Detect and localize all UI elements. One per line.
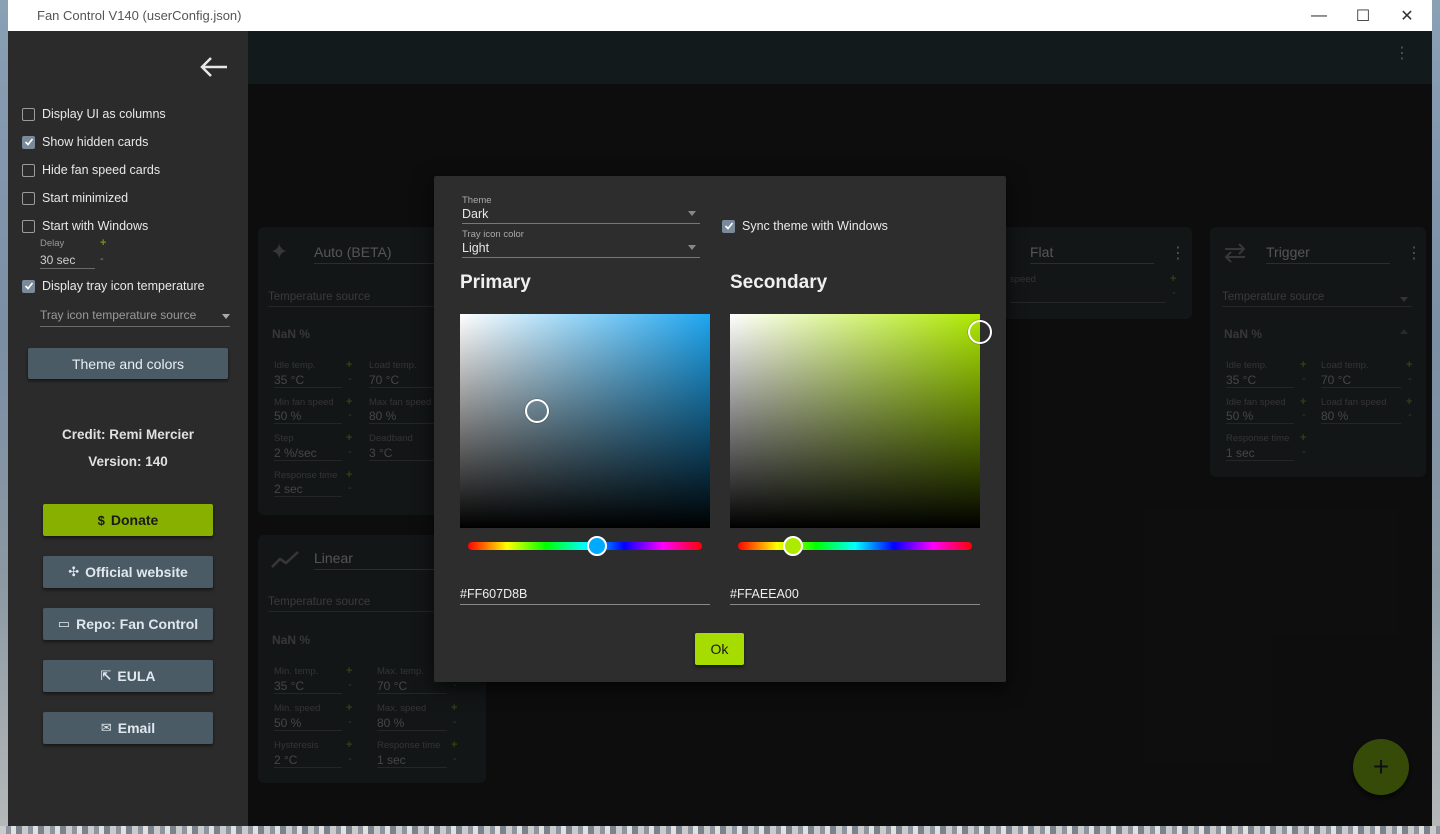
eula-label: EULA (117, 668, 156, 684)
option-show-hidden-cards[interactable]: Show hidden cards (22, 133, 148, 151)
theme-value: Dark (462, 207, 489, 221)
sync-theme-option[interactable]: Sync theme with Windows (722, 219, 888, 233)
desktop-right-edge (1432, 0, 1440, 834)
primary-color-cursor[interactable] (525, 399, 549, 423)
eula-button[interactable]: ⇱ EULA (43, 660, 213, 692)
tray-source-placeholder: Tray icon temperature source (40, 308, 197, 322)
credit-text: Credit: Remi Mercier (61, 427, 195, 442)
check-icon (724, 222, 733, 230)
checkbox-start-with-windows[interactable] (22, 219, 35, 233)
checkbox-display-columns[interactable] (22, 107, 35, 121)
official-website-label: Official website (85, 564, 188, 580)
back-button[interactable] (196, 49, 232, 85)
primary-hue-knob[interactable] (587, 536, 607, 556)
chevron-down-icon (688, 211, 696, 216)
delay-label: Delay (40, 238, 65, 249)
delay-decrease-button[interactable]: - (100, 253, 104, 265)
option-hide-fan-speed[interactable]: Hide fan speed cards (22, 161, 160, 179)
option-start-minimized[interactable]: Start minimized (22, 189, 128, 207)
secondary-color-area[interactable] (730, 314, 992, 528)
maximize-button[interactable]: ☐ (1340, 0, 1386, 31)
close-icon: ✕ (1400, 7, 1414, 25)
minimize-icon: — (1311, 6, 1327, 24)
secondary-hue-slider[interactable] (738, 542, 972, 550)
tray-icon-color-label: Tray icon color (462, 229, 524, 240)
donate-button[interactable]: $ Donate (43, 504, 213, 536)
secondary-heading: Secondary (730, 272, 828, 293)
email-button[interactable]: ✉ Email (43, 712, 213, 744)
theme-colors-dialog: Theme Dark Tray icon color Light Sync th… (434, 176, 1006, 682)
chevron-down-icon (688, 245, 696, 250)
email-label: Email (117, 720, 156, 736)
tray-icon-color-value: Light (462, 241, 490, 255)
secondary-hex-input[interactable]: #FFAEEA00 (730, 587, 980, 605)
document-edit-icon: ⇱ (100, 668, 112, 683)
repo-label: Repo: Fan Control (76, 616, 199, 632)
ok-button[interactable]: Ok (695, 633, 744, 665)
option-start-with-windows[interactable]: Start with Windows (22, 217, 148, 235)
delay-value[interactable]: 30 sec (40, 253, 95, 269)
desktop-bottom-edge (0, 826, 1440, 834)
close-button[interactable]: ✕ (1384, 0, 1430, 31)
option-tray-temperature[interactable]: Display tray icon temperature (22, 277, 205, 295)
desktop-left-edge (0, 0, 8, 834)
chevron-down-icon (222, 314, 230, 319)
option-label: Hide fan speed cards (42, 163, 161, 177)
check-icon (24, 282, 33, 290)
option-label: Start minimized (42, 191, 129, 205)
option-label: Show hidden cards (42, 135, 149, 149)
delay-increase-button[interactable]: + (100, 237, 106, 249)
mail-icon: ✉ (100, 720, 112, 735)
theme-select[interactable]: Theme Dark (462, 195, 700, 224)
version-text: Version: 140 (88, 454, 168, 469)
checkbox-hide-fan-speed[interactable] (22, 163, 35, 177)
option-label: Display tray icon temperature (42, 279, 205, 293)
official-website-button[interactable]: ✣ Official website (43, 556, 213, 588)
fan-icon: ✣ (68, 564, 80, 579)
checkbox-sync-theme[interactable] (722, 219, 735, 233)
repo-button[interactable]: ▭ Repo: Fan Control (43, 608, 213, 640)
laptop-icon: ▭ (57, 616, 71, 631)
primary-heading: Primary (460, 272, 531, 293)
check-icon (24, 138, 33, 146)
theme-label: Theme (462, 195, 492, 206)
theme-and-colors-button[interactable]: Theme and colors (28, 348, 228, 379)
settings-drawer: Display UI as columns Show hidden cards … (8, 31, 248, 826)
tray-icon-color-select[interactable]: Tray icon color Light (462, 229, 700, 258)
minimize-button[interactable]: — (1296, 0, 1342, 31)
title-bar: Fan Control V140 (userConfig.json) — ☐ ✕ (8, 0, 1432, 31)
donate-label: Donate (110, 512, 159, 528)
option-label: Start with Windows (42, 219, 149, 233)
checkbox-show-hidden-cards[interactable] (22, 135, 35, 149)
checkbox-tray-temperature[interactable] (22, 279, 35, 293)
primary-color-area[interactable] (460, 314, 710, 528)
option-display-columns[interactable]: Display UI as columns (22, 105, 166, 123)
primary-hex-input[interactable]: #FF607D8B (460, 587, 710, 605)
tray-source-select[interactable]: Tray icon temperature source (40, 308, 230, 327)
back-arrow-icon (200, 57, 227, 77)
dollar-icon: $ (97, 512, 105, 528)
secondary-hue-knob[interactable] (783, 536, 803, 556)
checkbox-start-minimized[interactable] (22, 191, 35, 205)
maximize-icon: ☐ (1355, 7, 1371, 25)
option-label: Display UI as columns (42, 107, 166, 121)
primary-hue-slider[interactable] (468, 542, 702, 550)
sync-theme-label: Sync theme with Windows (742, 219, 888, 233)
window-title: Fan Control V140 (userConfig.json) (37, 8, 242, 23)
secondary-color-cursor[interactable] (968, 320, 992, 344)
